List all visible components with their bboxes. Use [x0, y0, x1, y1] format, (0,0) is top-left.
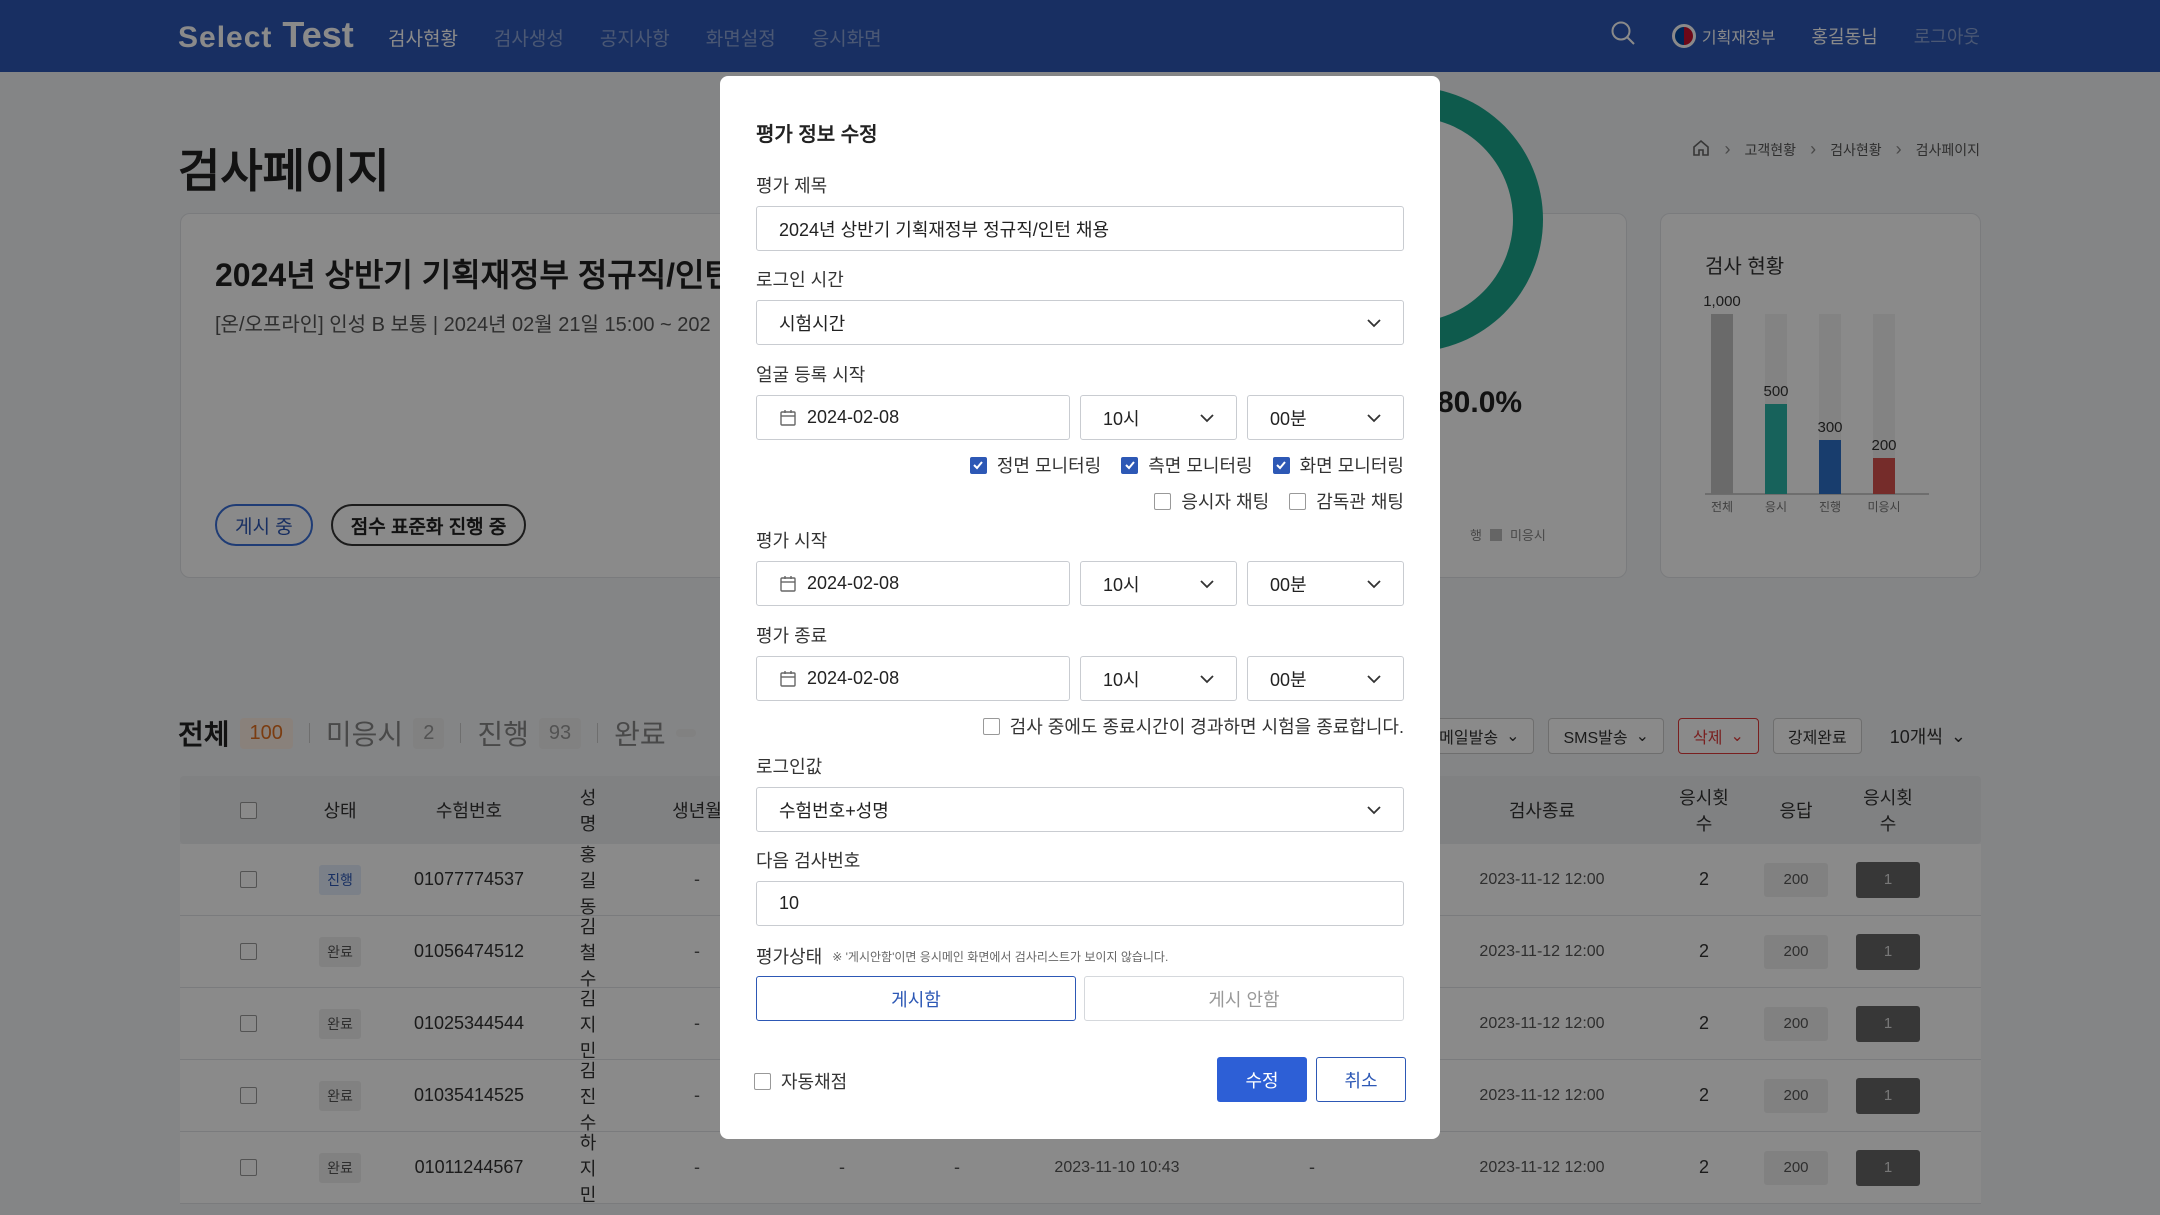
eval-title-value: 2024년 상반기 기획재정부 정규직/인턴 채용	[779, 219, 1110, 240]
eval-start-label: 평가 시작	[756, 531, 828, 551]
auto-grade-checkbox[interactable]	[754, 1072, 771, 1090]
force-end-checkbox[interactable]	[982, 717, 1000, 735]
side-monitoring-label: 측면 모니터링	[1148, 456, 1253, 476]
face-register-label: 얼굴 등록 시작	[756, 365, 866, 385]
face-date-value: 2024-02-08	[807, 407, 900, 427]
force-end-option[interactable]: 검사 중에도 종료시간이 경과하면 시험을 종료합니다.	[982, 713, 1404, 739]
face-minute-value: 00분	[1270, 408, 1307, 429]
login-time-select[interactable]: 시험시간	[756, 300, 1404, 345]
proctor-chat-option[interactable]: 감독관 채팅	[1289, 488, 1404, 514]
screen-monitoring-label: 화면 모니터링	[1299, 456, 1404, 476]
post-on-option[interactable]: 게시함	[756, 976, 1076, 1021]
start-date-input[interactable]: 2024-02-08	[756, 561, 1070, 606]
eval-status-note: ※ '게시안함'이면 응시메인 화면에서 검사리스트가 보이지 않습니다.	[832, 949, 1169, 964]
side-monitoring-option[interactable]: 측면 모니터링	[1121, 452, 1253, 478]
start-hour-value: 10시	[1103, 574, 1140, 595]
next-number-input[interactable]: 10	[756, 881, 1404, 926]
face-date-input[interactable]: 2024-02-08	[756, 395, 1070, 440]
start-date-value: 2024-02-08	[807, 573, 900, 593]
calendar-icon	[780, 409, 796, 426]
chevron-down-icon	[1367, 806, 1381, 815]
next-number-value: 10	[779, 893, 800, 913]
proctor-chat-checkbox[interactable]	[1289, 492, 1307, 510]
login-value-select[interactable]: 수험번호+성명	[756, 787, 1404, 832]
side-monitoring-checkbox[interactable]	[1121, 456, 1139, 474]
start-minute-select[interactable]: 00분	[1247, 561, 1404, 606]
cancel-button[interactable]: 취소	[1316, 1057, 1406, 1102]
candidate-chat-checkbox[interactable]	[1154, 492, 1172, 510]
candidate-chat-label: 응시자 채팅	[1181, 492, 1270, 512]
auto-grade-label: 자동채점	[781, 1072, 848, 1092]
chevron-down-icon	[1200, 675, 1214, 684]
chevron-down-icon	[1367, 675, 1381, 684]
end-minute-value: 00분	[1270, 669, 1307, 690]
front-monitoring-checkbox[interactable]	[969, 456, 987, 474]
candidate-chat-option[interactable]: 응시자 채팅	[1154, 488, 1269, 514]
chevron-down-icon	[1367, 580, 1381, 589]
end-minute-select[interactable]: 00분	[1247, 656, 1404, 701]
face-hour-select[interactable]: 10시	[1080, 395, 1237, 440]
screen-monitoring-option[interactable]: 화면 모니터링	[1272, 452, 1404, 478]
chevron-down-icon	[1367, 319, 1381, 328]
face-minute-select[interactable]: 00분	[1247, 395, 1404, 440]
calendar-icon	[780, 575, 796, 592]
end-date-value: 2024-02-08	[807, 668, 900, 688]
end-date-input[interactable]: 2024-02-08	[756, 656, 1070, 701]
face-hour-value: 10시	[1103, 408, 1140, 429]
chat-options: 응시자 채팅 감독관 채팅	[1154, 488, 1404, 514]
login-time-value: 시험시간	[779, 313, 846, 334]
login-value-label: 로그인값	[756, 757, 823, 777]
start-minute-value: 00분	[1270, 574, 1307, 595]
edit-evaluation-modal: 평가 정보 수정 평가 제목 2024년 상반기 기획재정부 정규직/인턴 채용…	[720, 76, 1440, 1139]
calendar-icon	[780, 670, 796, 687]
login-value-value: 수험번호+성명	[779, 800, 889, 821]
eval-title-input[interactable]: 2024년 상반기 기획재정부 정규직/인턴 채용	[756, 206, 1404, 251]
chevron-down-icon	[1367, 414, 1381, 423]
eval-status-label: 평가상태	[756, 947, 823, 967]
eval-title-label: 평가 제목	[756, 176, 828, 196]
end-hour-value: 10시	[1103, 669, 1140, 690]
submit-button[interactable]: 수정	[1217, 1057, 1307, 1102]
post-off-option[interactable]: 게시 안함	[1084, 976, 1404, 1021]
monitoring-options: 정면 모니터링 측면 모니터링 화면 모니터링	[969, 452, 1404, 478]
login-time-label: 로그인 시간	[756, 270, 844, 290]
chevron-down-icon	[1200, 580, 1214, 589]
chevron-down-icon	[1200, 414, 1214, 423]
modal-title: 평가 정보 수정	[756, 124, 878, 146]
next-number-label: 다음 검사번호	[756, 851, 861, 871]
end-option-row: 검사 중에도 종료시간이 경과하면 시험을 종료합니다.	[982, 713, 1404, 739]
front-monitoring-label: 정면 모니터링	[996, 456, 1102, 476]
screen-monitoring-checkbox[interactable]	[1272, 456, 1290, 474]
start-hour-select[interactable]: 10시	[1080, 561, 1237, 606]
end-hour-select[interactable]: 10시	[1080, 656, 1237, 701]
eval-end-label: 평가 종료	[756, 626, 828, 646]
auto-grade-option[interactable]: 자동채점	[754, 1068, 847, 1094]
force-end-label: 검사 중에도 종료시간이 경과하면 시험을 종료합니다.	[1009, 717, 1404, 737]
front-monitoring-option[interactable]: 정면 모니터링	[969, 452, 1102, 478]
eval-status-label-row: 평가상태 ※ '게시안함'이면 응시메인 화면에서 검사리스트가 보이지 않습니…	[756, 943, 1168, 969]
proctor-chat-label: 감독관 채팅	[1316, 492, 1404, 512]
